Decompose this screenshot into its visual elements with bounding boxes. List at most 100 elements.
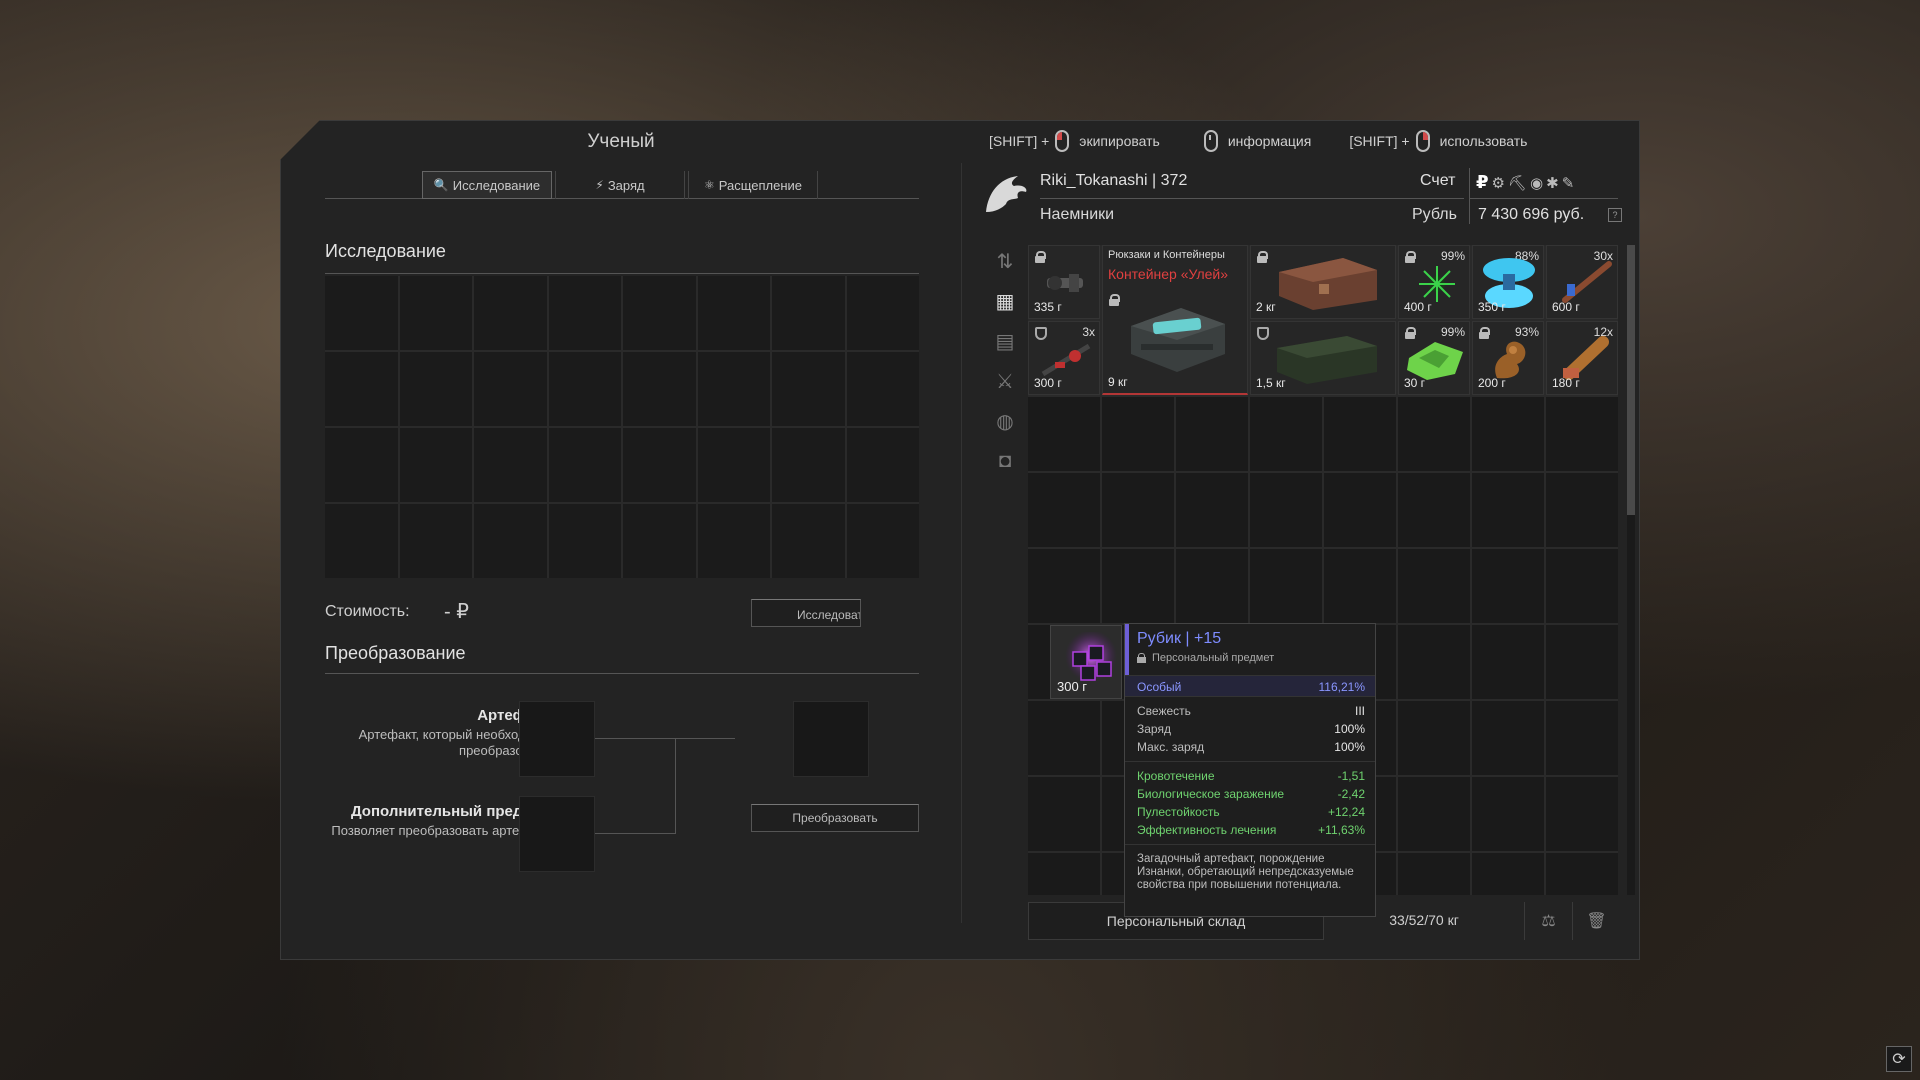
inventory-cell[interactable] [1546, 473, 1618, 547]
ruble-icon[interactable]: ₽ [1476, 172, 1492, 192]
green-spiky-artifact-icon [1419, 266, 1455, 302]
weapon-icon[interactable]: ⚔ [985, 362, 1025, 400]
inventory-item[interactable]: 93% 200 г [1472, 321, 1544, 395]
tooltip-header: Рубик | +15 Персональный предмет [1125, 624, 1375, 675]
inventory-cell[interactable] [1398, 701, 1470, 775]
tooltip-description: Загадочный артефакт, порождение Изнанки,… [1137, 853, 1354, 891]
category-sidebar: ⇅ ▦ ▤ ⚔ ◍ ◘ [985, 242, 1025, 482]
inventory-cell[interactable] [1176, 473, 1248, 547]
inventory-cell[interactable] [1028, 397, 1100, 471]
inventory-cell[interactable] [1398, 853, 1470, 895]
inventory-cell[interactable] [1472, 625, 1544, 699]
inventory-cell[interactable] [1398, 397, 1470, 471]
inventory-item[interactable]: 30x 600 г [1546, 245, 1618, 319]
mouse-right-icon [1415, 130, 1430, 152]
weight-icon[interactable]: ⚖ [1524, 902, 1572, 940]
currency-label: Рубль [1412, 206, 1457, 223]
inventory-item[interactable]: 99% 30 г [1398, 321, 1470, 395]
camera-icon[interactable]: ◘ [985, 442, 1025, 480]
trash-icon[interactable]: 🗑 [1572, 902, 1620, 940]
inventory-cell[interactable] [1324, 549, 1396, 623]
boot-icon[interactable]: ⛏ [1508, 175, 1530, 192]
tooltip-subtitle: Персональный предмет [1137, 652, 1375, 664]
inventory-cell[interactable] [1028, 701, 1100, 775]
token-icon[interactable]: ✱ [1546, 175, 1562, 192]
rarity-value: 116,21% [1318, 680, 1365, 694]
item-weight: 600 г [1552, 300, 1580, 314]
item-weight: 300 г [1057, 679, 1088, 694]
refresh-icon[interactable]: ⟳ [1886, 1046, 1912, 1072]
item-weight: 300 г [1034, 376, 1062, 390]
stat-value: 100% [1334, 740, 1365, 754]
effect-value: +11,63% [1318, 823, 1365, 837]
inventory-item[interactable]: 1,5 кг [1250, 321, 1396, 395]
inventory-cell[interactable] [1176, 397, 1248, 471]
grid-icon[interactable]: ▦ [985, 282, 1025, 320]
hint-info: информация [1198, 130, 1311, 152]
item-tooltip: Рубик | +15 Персональный предмет Особый … [1124, 623, 1376, 917]
armor-icon[interactable]: ▤ [985, 322, 1025, 360]
inventory-cell[interactable] [1324, 397, 1396, 471]
inventory-cell[interactable] [1028, 473, 1100, 547]
inventory-item[interactable]: 2 кг [1250, 245, 1396, 319]
inventory-cell[interactable] [1028, 777, 1100, 851]
inventory-cell[interactable] [1546, 625, 1618, 699]
artifact-icon[interactable]: ◍ [985, 402, 1025, 440]
inventory-cell[interactable] [1398, 625, 1470, 699]
inventory-cell[interactable] [1472, 853, 1544, 895]
ticket-icon[interactable]: ✎ [1562, 175, 1578, 192]
tooltip-stats: Свежесть III Заряд 100% Макс. заряд 100% [1125, 697, 1375, 762]
inventory-scrollbar[interactable] [1627, 245, 1635, 895]
gear-icon[interactable]: ⚙ [1492, 175, 1508, 192]
account-label: Счет [1420, 172, 1456, 189]
inventory-cell[interactable] [1028, 853, 1100, 895]
coin-icon[interactable]: ◉ [1530, 175, 1546, 192]
effect-row: Эффективность лечения +11,63% [1125, 821, 1375, 839]
inventory-cell[interactable] [1546, 777, 1618, 851]
inventory-cell[interactable] [1102, 549, 1174, 623]
inventory-item[interactable]: 99% 400 г [1398, 245, 1470, 319]
help-icon[interactable]: ? [1608, 208, 1622, 222]
inventory-cell[interactable] [1102, 397, 1174, 471]
inventory-cell[interactable] [1176, 549, 1248, 623]
effect-row: Пулестойкость +12,24 [1125, 803, 1375, 821]
inventory-cell[interactable] [1472, 777, 1544, 851]
inventory-cell[interactable] [1472, 701, 1544, 775]
item-weight: 30 г [1404, 376, 1426, 390]
inventory-item[interactable]: 335 г [1028, 245, 1100, 319]
control-hints: [SHIFT] + экипировать информация [SHIFT]… [989, 130, 1565, 152]
inventory-cell[interactable] [1546, 853, 1618, 895]
inventory-item[interactable]: 12x 180 г [1546, 321, 1618, 395]
inventory-cell[interactable] [1398, 549, 1470, 623]
hovered-artifact-item[interactable]: 300 г [1050, 625, 1122, 699]
inventory-cell[interactable] [1472, 549, 1544, 623]
inventory-item-container[interactable]: Рюкзаки и Контейнеры Контейнер «Улей» 9 … [1102, 245, 1248, 395]
inventory-cell[interactable] [1250, 473, 1322, 547]
inventory-cell[interactable] [1028, 549, 1100, 623]
inventory-cell[interactable] [1102, 473, 1174, 547]
wooden-chest-icon [1279, 258, 1377, 310]
currency-selector[interactable]: ₽⚙⛏◉✱✎ [1476, 172, 1577, 193]
inventory-cell[interactable] [1250, 549, 1322, 623]
effect-row: Биологическое заражение -2,42 [1125, 785, 1375, 803]
inventory-item[interactable]: 3x 300 г [1028, 321, 1100, 395]
item-weight: 2 кг [1256, 300, 1276, 314]
scroll-thumb[interactable] [1627, 245, 1635, 515]
effect-value: +12,24 [1327, 805, 1365, 819]
hint-use: [SHIFT] + использовать [1349, 130, 1527, 152]
item-title: Контейнер «Улей» [1108, 266, 1229, 282]
hint-label: информация [1227, 133, 1312, 149]
inventory-cell[interactable] [1546, 549, 1618, 623]
inventory-cell[interactable] [1546, 701, 1618, 775]
player-name-level: Riki_Tokanashi | 372 [1040, 172, 1188, 189]
inventory-cell[interactable] [1472, 397, 1544, 471]
inventory-item[interactable]: 88% 350 г [1472, 245, 1544, 319]
inventory-cell[interactable] [1398, 473, 1470, 547]
inventory-cell[interactable] [1398, 777, 1470, 851]
effect-value: -1,51 [1337, 769, 1365, 783]
inventory-cell[interactable] [1324, 473, 1396, 547]
inventory-cell[interactable] [1472, 473, 1544, 547]
inventory-cell[interactable] [1250, 397, 1322, 471]
sort-icon[interactable]: ⇅ [985, 242, 1025, 280]
inventory-cell[interactable] [1546, 397, 1618, 471]
